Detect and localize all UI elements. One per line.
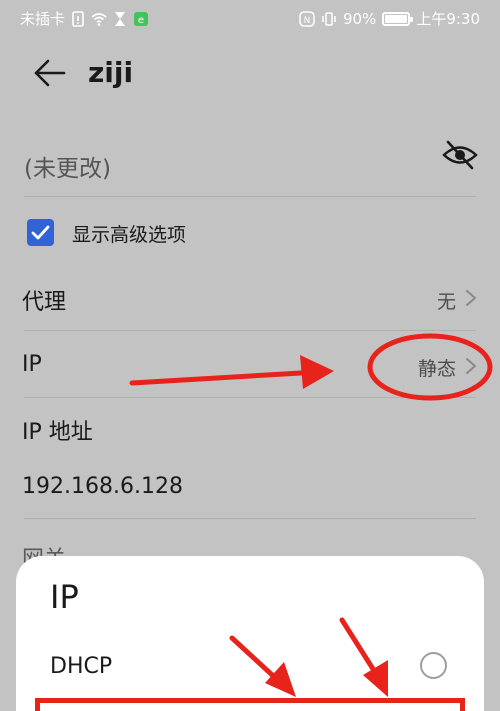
- chevron-right-icon[interactable]: [464, 288, 478, 308]
- hourglass-icon: [115, 11, 126, 26]
- dhcp-option-label[interactable]: DHCP: [50, 654, 112, 679]
- advanced-options-label: 显示高级选项: [72, 224, 187, 246]
- dhcp-radio-button[interactable]: [420, 652, 447, 679]
- page-title: ziji: [88, 56, 134, 89]
- ip-mode-value[interactable]: 静态: [418, 354, 456, 381]
- divider: [24, 518, 476, 519]
- divider: [24, 196, 476, 197]
- sim-icon: [72, 10, 84, 27]
- ip-settings-sheet: [16, 556, 484, 711]
- app-notification-icon: e: [134, 11, 149, 26]
- status-bar-left: 未插卡 e: [20, 8, 149, 29]
- ip-address-field[interactable]: 192.168.6.128: [22, 474, 183, 499]
- vibrate-icon: [322, 11, 336, 26]
- sheet-title: IP: [50, 578, 79, 616]
- ip-label: IP: [22, 352, 42, 377]
- wifi-icon: [91, 12, 107, 26]
- battery-percent: 90%: [342, 9, 377, 28]
- clock: 上午9:30: [416, 10, 480, 28]
- proxy-label: 代理: [22, 290, 67, 315]
- back-arrow-icon[interactable]: [28, 55, 72, 91]
- nfc-icon: N: [299, 10, 315, 27]
- battery-icon: [382, 11, 414, 26]
- status-bar-right: N 90% 上午9:30: [299, 8, 480, 29]
- proxy-value[interactable]: 无: [437, 287, 456, 314]
- divider: [24, 397, 476, 398]
- carrier-text: 未插卡: [20, 10, 66, 28]
- ip-address-label: IP 地址: [22, 420, 93, 445]
- eye-off-icon[interactable]: [440, 138, 480, 172]
- advanced-options-checkbox[interactable]: [27, 219, 54, 246]
- svg-text:N: N: [304, 16, 311, 26]
- password-field[interactable]: (未更改): [24, 149, 111, 183]
- svg-text:e: e: [138, 15, 144, 26]
- chevron-right-icon[interactable]: [464, 356, 478, 376]
- arrow-to-ip-mode: [129, 355, 334, 389]
- status-bar: 未插卡 e N 90% 上午9:30: [0, 0, 500, 36]
- checkmark-icon: [31, 225, 50, 240]
- highlight-box: [35, 698, 465, 711]
- divider: [24, 330, 476, 331]
